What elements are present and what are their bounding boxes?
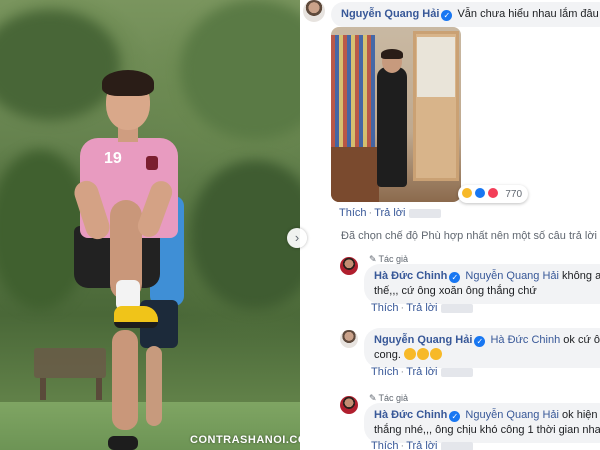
comment-author[interactable]: Hà Đức Chinh bbox=[374, 409, 447, 421]
comment-photo[interactable] bbox=[331, 27, 461, 202]
chevron-right-icon[interactable]: › bbox=[287, 228, 307, 248]
comment-bubble: Hà Đức Chinh✓ Nguyễn Quang Hải ok hiện g… bbox=[364, 403, 600, 443]
comment-text: thắng nhé,,, ông chịu khó công 1 thời gi… bbox=[374, 424, 600, 436]
reply-link[interactable]: Trả lời bbox=[406, 440, 437, 450]
park-bench-leg bbox=[96, 378, 102, 400]
mention-link[interactable]: Nguyễn Quang Hải bbox=[465, 270, 559, 282]
like-link[interactable]: Thích bbox=[339, 207, 367, 219]
trophy-cabinet bbox=[331, 35, 375, 155]
watermark: CONTRASHANOI.COM bbox=[190, 434, 300, 446]
park-bench-leg bbox=[40, 378, 46, 400]
shelf-glass bbox=[417, 37, 455, 97]
comment-actions: Thích · Trả lời bbox=[371, 302, 474, 314]
reaction-summary[interactable]: 770 bbox=[458, 185, 529, 203]
avatar[interactable] bbox=[340, 257, 358, 275]
verified-badge-icon: ✓ bbox=[474, 336, 486, 347]
park-bench bbox=[34, 348, 106, 378]
haha-reaction-icon bbox=[461, 187, 473, 199]
background-foliage bbox=[190, 160, 300, 310]
shirt-number: 19 bbox=[104, 150, 122, 167]
desk bbox=[331, 147, 379, 202]
background-player-leg bbox=[146, 346, 162, 426]
comment-bubble: Nguyễn Quang Hải ✓ Vẫn chưa hiểu nhau lắm… bbox=[331, 2, 600, 27]
comment-actions: Thích · Trả lời bbox=[371, 366, 474, 378]
mention-link[interactable]: Hà Đức Chinh bbox=[490, 334, 560, 346]
laughing-emoji-icon bbox=[416, 348, 429, 360]
comment-actions: Thích · Trả lời bbox=[371, 440, 474, 450]
reply-link[interactable]: Trả lời bbox=[374, 207, 405, 219]
player-boot bbox=[114, 306, 158, 328]
player-photo[interactable]: 19 CONTRASHANOI.COM bbox=[0, 0, 300, 450]
verified-badge-icon: ✓ bbox=[449, 411, 461, 422]
love-reaction-icon bbox=[486, 187, 499, 199]
comment-text: cong. bbox=[374, 349, 401, 361]
relevance-notice: Đã chọn chế độ Phù hợp nhất nên một số c… bbox=[341, 230, 597, 242]
pencil-icon: ✎ bbox=[369, 254, 377, 264]
comment-text: Vẫn chưa hiểu nhau lắm đâu bbox=[457, 8, 599, 20]
player-standing-leg bbox=[112, 330, 138, 430]
like-reaction-icon bbox=[473, 187, 486, 199]
laughing-emoji-icon bbox=[403, 348, 416, 360]
reply-link[interactable]: Trả lời bbox=[406, 366, 437, 378]
player-hair bbox=[102, 70, 154, 96]
comment-thread: Nguyễn Quang Hải ✓ Vẫn chưa hiểu nhau lắm… bbox=[300, 0, 600, 450]
comment-text: thế,,, cứ ông xoăn ông thắng chứ bbox=[374, 285, 537, 297]
comment-author[interactable]: Nguyễn Quang Hải bbox=[374, 334, 472, 346]
verified-badge-icon: ✓ bbox=[449, 272, 461, 283]
background-foliage bbox=[180, 0, 300, 140]
like-link[interactable]: Thích bbox=[371, 302, 399, 314]
comment-bubble: Nguyễn Quang Hải✓ Hà Đức Chinh ok cứ ông… bbox=[364, 328, 600, 368]
avatar[interactable] bbox=[340, 396, 358, 414]
mention-link[interactable]: Nguyễn Quang Hải bbox=[465, 409, 559, 421]
comment-actions: Thích · Trả lời bbox=[339, 207, 442, 219]
comment-author[interactable]: Hà Đức Chinh bbox=[374, 270, 447, 282]
timestamp-redacted bbox=[441, 441, 474, 450]
laughing-emoji-icon bbox=[429, 348, 442, 360]
timestamp-redacted bbox=[409, 208, 442, 218]
person-figure bbox=[377, 67, 407, 187]
avatar[interactable] bbox=[303, 0, 325, 22]
club-crest bbox=[146, 156, 158, 170]
avatar[interactable] bbox=[340, 330, 358, 348]
comment-author[interactable]: Nguyễn Quang Hải bbox=[341, 8, 439, 20]
timestamp-redacted bbox=[441, 303, 474, 313]
like-link[interactable]: Thích bbox=[371, 440, 399, 450]
comment-bubble: Hà Đức Chinh✓ Nguyễn Quang Hải không ae … bbox=[364, 264, 600, 304]
verified-badge-icon: ✓ bbox=[441, 10, 453, 21]
player-boot bbox=[108, 436, 138, 450]
timestamp-redacted bbox=[441, 367, 474, 377]
person-hair bbox=[381, 49, 403, 59]
reaction-count: 770 bbox=[505, 189, 523, 200]
background-foliage bbox=[0, 10, 120, 120]
pencil-icon: ✎ bbox=[369, 393, 377, 403]
like-link[interactable]: Thích bbox=[371, 366, 399, 378]
reply-link[interactable]: Trả lời bbox=[406, 302, 437, 314]
